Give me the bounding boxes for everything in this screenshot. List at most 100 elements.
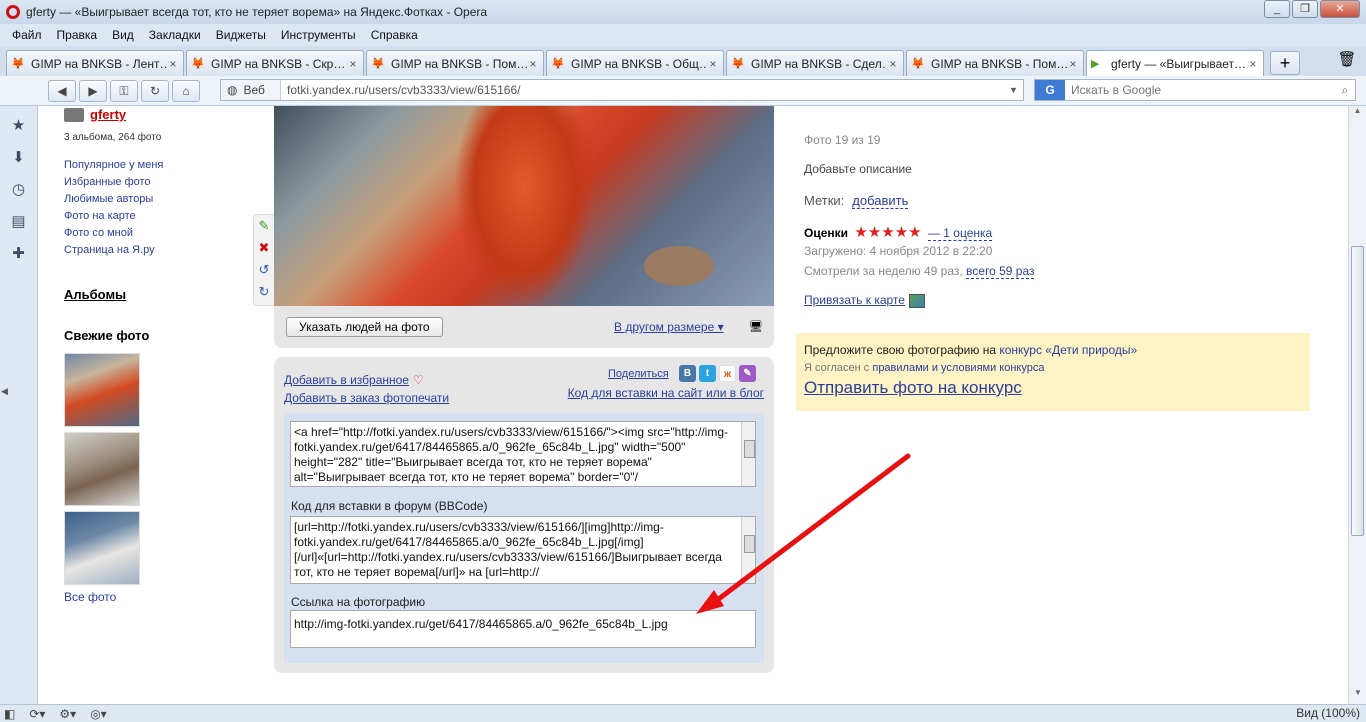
sidebar-link-authors[interactable]: Любимые авторы [64,191,244,208]
home-button[interactable]: ⌂ [172,79,200,102]
tab-gimp-3[interactable]: 🦊 GIMP на BNKSB - Пом… × [366,50,544,76]
contest-rules-link[interactable]: правилами и условиями конкурса [872,362,1044,374]
delete-icon[interactable]: ✖ [254,237,274,259]
unite-icon[interactable]: ⚙▾ [59,707,76,721]
embed-code-link[interactable]: Код для вставки на сайт или в блог [568,386,764,400]
tab-close-icon[interactable]: × [1247,57,1259,71]
all-photos-link[interactable]: Все фото [64,590,244,604]
tab-close-icon[interactable]: × [887,57,899,71]
sidebar-link-yaru[interactable]: Страница на Я.ру [64,242,244,259]
add-tag-link[interactable]: добавить [852,193,909,209]
html-embed-code-box[interactable]: <a href="http://fotki.yandex.ru/users/cv… [290,421,756,487]
add-panel-icon[interactable]: ✚ [9,244,29,264]
google-search-engine-icon[interactable]: G [1035,80,1065,100]
views-total-link[interactable]: всего 59 раз [966,264,1035,279]
rotate-right-icon[interactable]: ↻ [254,281,274,303]
scroll-down-icon[interactable]: ▼ [1349,688,1366,704]
username-link[interactable]: gferty [90,107,126,122]
photo-link-box[interactable]: http://img-fotki.yandex.ru/get/6417/8446… [290,610,756,648]
tag-people-button[interactable]: Указать людей на фото [286,317,443,337]
add-description[interactable]: Добавьте описание [804,162,912,176]
globe-icon: ◍ [227,83,238,97]
livejournal-icon[interactable]: ✎ [739,365,756,382]
tab-gimp-2[interactable]: 🦊 GIMP на BNKSB - Скр… × [186,50,364,76]
sync-icon[interactable]: ⟳▾ [29,707,45,721]
menu-bookmarks[interactable]: Закладки [143,28,210,42]
close-window-button[interactable]: ✕ [1320,0,1360,18]
tab-gimp-5[interactable]: 🦊 GIMP на BNKSB - Сдел… × [726,50,904,76]
share-link[interactable]: Поделиться [608,368,669,380]
tab-close-icon[interactable]: × [167,57,179,71]
fullscreen-monitor-icon[interactable]: 🖥 [749,320,763,333]
attach-map-link[interactable]: Привязать к карте [804,293,925,308]
tab-gimp-4[interactable]: 🦊 GIMP на BNKSB - Общ… × [546,50,724,76]
notes-panel-icon[interactable]: ▤ [9,212,29,232]
menu-view[interactable]: Вид [106,28,143,42]
forward-button[interactable]: ▶ [79,79,107,102]
bbcode-box[interactable]: [url=http://fotki.yandex.ru/users/cvb333… [290,516,756,584]
wand-key-icon[interactable]: ⚿ [110,79,138,102]
tab-close-icon[interactable]: × [707,57,719,71]
contest-link[interactable]: конкурс «Дети природы» [999,343,1137,357]
address-bar[interactable]: ◍ Веб ▼ [220,79,1024,101]
fresh-photo-thumbnail[interactable] [64,353,140,427]
history-panel-icon[interactable]: ◷ [9,180,29,200]
minimize-button[interactable]: _ [1264,0,1290,18]
vkontakte-icon[interactable]: В [679,365,696,382]
fresh-photo-thumbnail[interactable] [64,432,140,506]
restore-button[interactable]: ❐ [1292,0,1318,18]
edit-pencil-icon[interactable]: ✎ [254,215,274,237]
tab-gimp-6[interactable]: 🦊 GIMP на BNKSB - Пом… × [906,50,1084,76]
zoom-level[interactable]: Вид (100%) [1296,706,1360,720]
bookmarks-panel-icon[interactable]: ★ [9,116,29,136]
chevron-down-icon[interactable]: ▼ [1009,85,1023,95]
sidebar-link-favorites[interactable]: Избранные фото [64,174,244,191]
sidebar-link-popular[interactable]: Популярное у меня [64,157,244,174]
address-mode[interactable]: ◍ Веб [221,80,281,100]
add-to-print-order-link[interactable]: Добавить в заказ фотопечати [284,391,449,405]
twitter-icon[interactable]: t [699,365,716,382]
menu-tools[interactable]: Инструменты [275,28,365,42]
trash-icon[interactable]: 🗑 [1336,50,1358,72]
other-size-link[interactable]: В другом размере ▾ [614,320,724,334]
tab-close-icon[interactable]: × [347,57,359,71]
page-scrollbar[interactable]: ▲ ▼ [1348,106,1366,704]
albums-heading-link[interactable]: Альбомы [64,287,244,302]
search-box[interactable]: G ⌕ [1034,79,1356,101]
tab-close-icon[interactable]: × [1067,57,1079,71]
odnoklassniki-icon[interactable]: ж [719,365,736,382]
reload-button[interactable]: ↻ [141,79,169,102]
bbcode-text: [url=http://fotki.yandex.ru/users/cvb333… [294,520,722,579]
ratings-count-link[interactable]: — 1 оценка [927,226,993,241]
menu-help[interactable]: Справка [365,28,427,42]
back-button[interactable]: ◀ [48,79,76,102]
avatar[interactable] [64,108,84,122]
collapse-panel-icon[interactable]: ◀ [1,386,8,397]
add-to-favorites-link[interactable]: Добавить в избранное ♡ [284,373,424,387]
turbo-icon[interactable]: ◎▾ [90,707,107,721]
submit-to-contest-link[interactable]: Отправить фото на конкурс [804,378,1302,398]
sidebar-link-with-me[interactable]: Фото со мной [64,225,244,242]
downloads-panel-icon[interactable]: ⬇ [9,148,29,168]
tab-gferty-active[interactable]: ▶ gferty — «Выигрывает… × [1086,50,1264,76]
search-input[interactable] [1065,83,1335,97]
menu-edit[interactable]: Правка [51,28,107,42]
new-tab-button[interactable]: + [1270,51,1300,75]
url-input[interactable] [281,83,1009,97]
scrollbar[interactable] [741,422,755,486]
panel-toggle-icon[interactable]: ◧ [4,707,15,721]
main-photo[interactable] [274,106,774,306]
scrollbar-thumb[interactable] [1351,246,1364,536]
search-icon[interactable]: ⌕ [1335,83,1355,98]
window-controls: _ ❐ ✕ [1264,0,1360,18]
tab-gimp-1[interactable]: 🦊 GIMP на BNKSB - Лент… × [6,50,184,76]
tab-close-icon[interactable]: × [527,57,539,71]
fresh-photo-thumbnail[interactable] [64,511,140,585]
menu-widgets[interactable]: Виджеты [210,28,275,42]
scroll-up-icon[interactable]: ▲ [1349,106,1366,122]
sidebar-link-map[interactable]: Фото на карте [64,208,244,225]
rotate-left-icon[interactable]: ↺ [254,259,274,281]
rating-stars[interactable]: ★★★★★ [854,224,921,241]
menu-file[interactable]: Файл [6,28,51,42]
scrollbar[interactable] [741,517,755,583]
